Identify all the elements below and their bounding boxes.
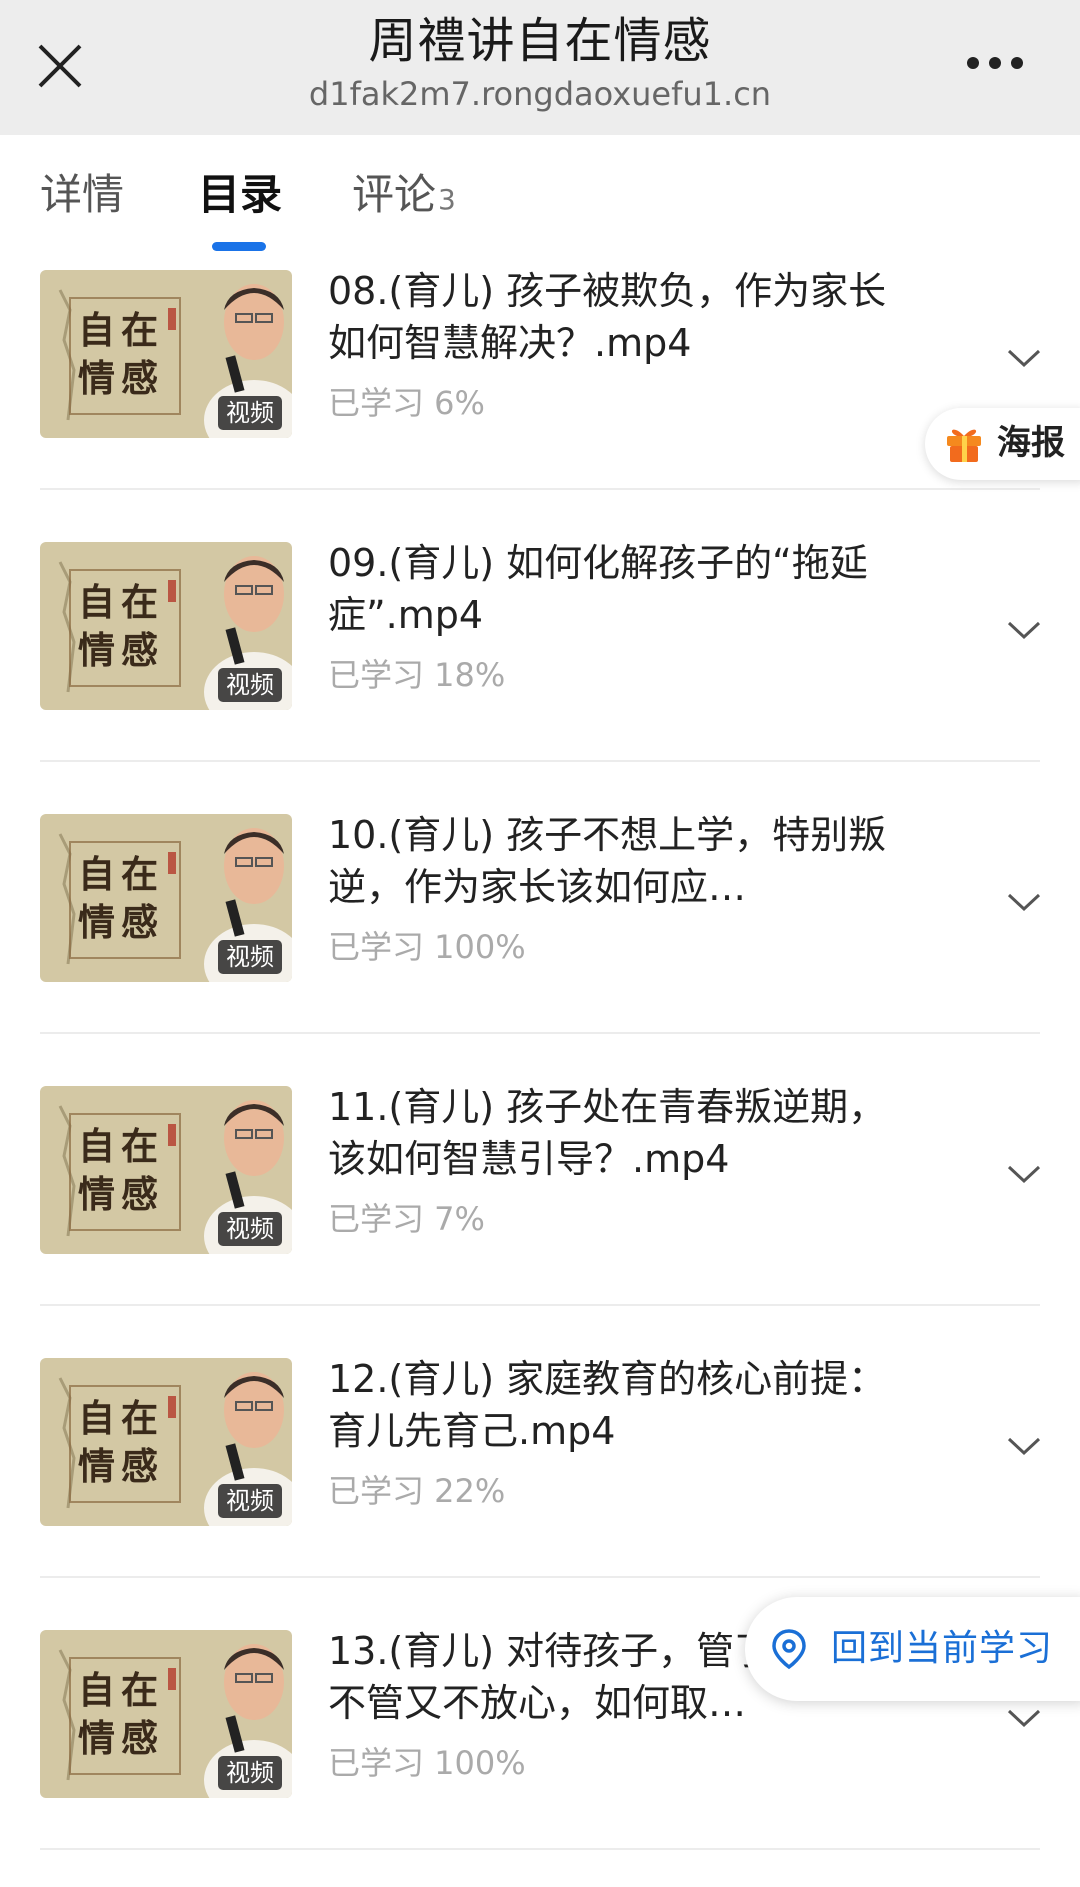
lesson-progress: 已学习 7% <box>328 1200 485 1238</box>
close-button[interactable] <box>34 40 86 92</box>
poster-label: 海报 <box>997 423 1065 463</box>
thumbnail-text-line: 自在 <box>78 852 164 896</box>
location-pin-icon <box>772 1629 806 1670</box>
video-badge: 视频 <box>218 396 282 430</box>
thumbnail-text-line: 自在 <box>78 580 164 624</box>
lesson-item[interactable]: 自在 情感 视频 09.(育儿) 如何化解孩子的“拖延症”.mp4 已学习 18… <box>0 527 1080 799</box>
chevron-down-icon <box>1007 1165 1041 1184</box>
thumbnail-text-line: 自在 <box>78 308 164 352</box>
thumbnail-text: 自在 情感 <box>78 1122 198 1218</box>
top-bar: 周禮讲自在情感 d1fak2m7.rongdaoxuefu1.cn <box>0 0 1080 135</box>
divider <box>40 1032 1040 1034</box>
thumbnail-text-line: 情感 <box>78 1716 164 1760</box>
thumbnail-text: 自在 情感 <box>78 850 198 946</box>
lesson-item[interactable]: 自在 情感 视频 12.(育儿) 家庭教育的核心前提：育儿先育己.mp4 已学习… <box>0 1343 1080 1615</box>
lesson-thumbnail: 自在 情感 视频 <box>40 542 292 710</box>
video-badge: 视频 <box>218 940 282 974</box>
lesson-item[interactable]: 自在 情感 视频 11.(育儿) 孩子处在青春叛逆期，该如何智慧引导？.mp4 … <box>0 1071 1080 1343</box>
divider <box>40 1304 1040 1306</box>
lesson-item[interactable]: 自在 情感 视频 10.(育儿) 孩子不想上学，特别叛逆，作为家长该如何应… 已… <box>0 799 1080 1071</box>
lesson-thumbnail: 自在 情感 视频 <box>40 814 292 982</box>
lesson-thumbnail: 自在 情感 视频 <box>40 1086 292 1254</box>
lesson-progress: 已学习 18% <box>328 656 506 694</box>
lesson-thumbnail: 自在 情感 视频 <box>40 1358 292 1526</box>
more-button[interactable] <box>965 52 1025 74</box>
divider <box>40 1848 1040 1850</box>
lesson-title: 11.(育儿) 孩子处在青春叛逆期，该如何智慧引导？.mp4 <box>328 1085 887 1181</box>
thumbnail-text: 自在 情感 <box>78 578 198 674</box>
thumbnail-text: 自在 情感 <box>78 1394 198 1490</box>
tab-bar: 详情 目录 评论3 <box>0 135 1080 255</box>
tab-label: 详情 <box>40 170 125 219</box>
chevron-down-icon <box>1007 1709 1041 1728</box>
back-to-current-label: 回到当前学习 <box>831 1628 1054 1669</box>
lesson-title: 10.(育儿) 孩子不想上学，特别叛逆，作为家长该如何应… <box>328 813 887 909</box>
expand-button[interactable] <box>1006 1707 1042 1729</box>
title-area: 周禮讲自在情感 d1fak2m7.rongdaoxuefu1.cn <box>200 10 880 116</box>
lesson-thumbnail: 自在 情感 视频 <box>40 1630 292 1798</box>
tab-details[interactable]: 详情 <box>40 165 124 225</box>
lesson-title: 09.(育儿) 如何化解孩子的“拖延症”.mp4 <box>328 541 868 637</box>
chevron-down-icon <box>1007 893 1041 912</box>
lesson-thumbnail: 自在 情感 视频 <box>40 270 292 438</box>
lesson-progress: 已学习 100% <box>328 1744 526 1782</box>
page-title: 周禮讲自在情感 <box>368 13 712 69</box>
lesson-progress: 已学习 100% <box>328 928 526 966</box>
thumbnail-text: 自在 情感 <box>78 1666 198 1762</box>
divider <box>40 1576 1040 1578</box>
video-badge: 视频 <box>218 668 282 702</box>
tab-comments[interactable]: 评论3 <box>352 165 456 230</box>
thumbnail-text-line: 情感 <box>78 900 164 944</box>
back-to-current-button[interactable]: 回到当前学习 <box>745 1597 1080 1701</box>
divider <box>40 760 1040 762</box>
thumbnail-text-line: 自在 <box>78 1668 164 1712</box>
lesson-title: 12.(育儿) 家庭教育的核心前提：育儿先育己.mp4 <box>328 1357 887 1453</box>
tab-label: 目录 <box>198 170 283 219</box>
lesson-title: 08.(育儿) 孩子被欺负，作为家长如何智慧解决？.mp4 <box>328 269 887 365</box>
thumbnail-text-line: 情感 <box>78 628 164 672</box>
chevron-down-icon <box>1007 1437 1041 1456</box>
lesson-progress: 已学习 6% <box>328 384 485 422</box>
lesson-item[interactable]: 自在 情感 视频 08.(育儿) 孩子被欺负，作为家长如何智慧解决？.mp4 已… <box>0 255 1080 527</box>
expand-button[interactable] <box>1006 1163 1042 1185</box>
active-tab-indicator <box>212 242 266 251</box>
lesson-progress: 已学习 22% <box>328 1472 506 1510</box>
thumbnail-text-line: 自在 <box>78 1124 164 1168</box>
poster-button[interactable]: 海报 <box>925 408 1080 480</box>
thumbnail-text: 自在 情感 <box>78 306 198 402</box>
video-badge: 视频 <box>218 1484 282 1518</box>
thumbnail-text-line: 情感 <box>78 1172 164 1216</box>
chevron-down-icon <box>1007 349 1041 368</box>
thumbnail-text-line: 自在 <box>78 1396 164 1440</box>
tab-catalog[interactable]: 目录 <box>198 165 282 225</box>
thumbnail-text-line: 情感 <box>78 356 164 400</box>
chevron-down-icon <box>1007 621 1041 640</box>
expand-button[interactable] <box>1006 347 1042 369</box>
expand-button[interactable] <box>1006 891 1042 913</box>
video-badge: 视频 <box>218 1212 282 1246</box>
expand-button[interactable] <box>1006 619 1042 641</box>
divider <box>40 488 1040 490</box>
thumbnail-text-line: 情感 <box>78 1444 164 1488</box>
close-icon <box>38 44 82 88</box>
page-url: d1fak2m7.rongdaoxuefu1.cn <box>308 75 772 113</box>
gift-icon <box>947 429 981 462</box>
comment-count: 3 <box>438 183 456 216</box>
tab-label: 评论 <box>352 170 437 219</box>
more-horizontal-icon <box>967 57 1023 69</box>
video-badge: 视频 <box>218 1756 282 1790</box>
expand-button[interactable] <box>1006 1435 1042 1457</box>
